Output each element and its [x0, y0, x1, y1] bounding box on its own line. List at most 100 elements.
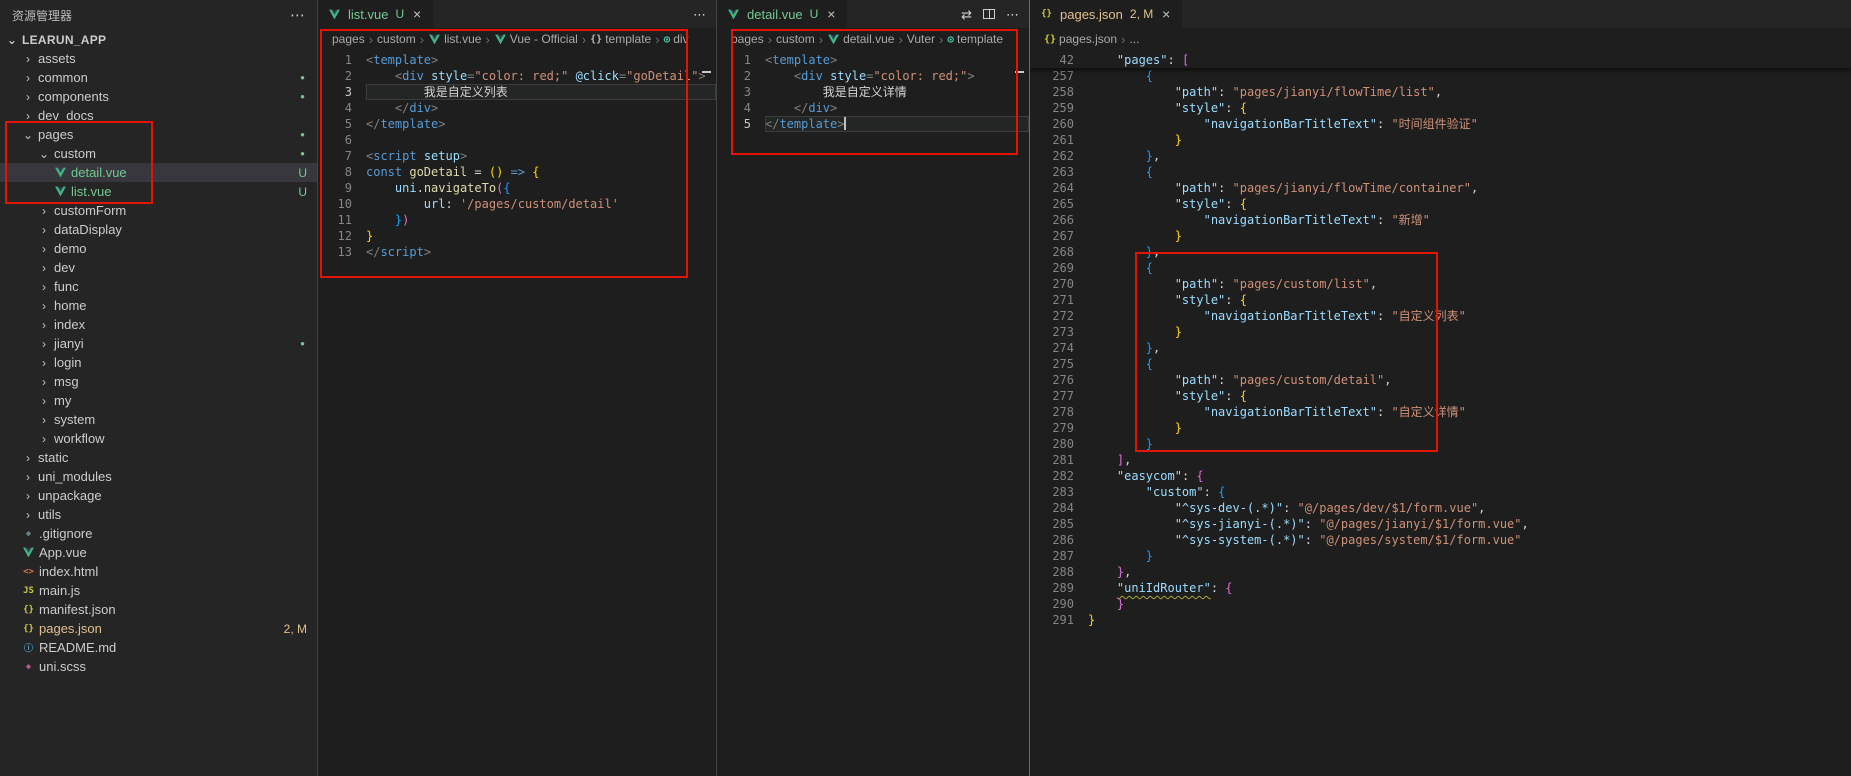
breadcrumb-item[interactable]: Vuter	[907, 32, 935, 46]
code-line[interactable]: 9 uni.navigateTo({	[318, 180, 716, 196]
chevron-right-icon[interactable]: ›	[20, 471, 36, 483]
code-line[interactable]: 258 "path": "pages/jianyi/flowTime/list"…	[1030, 84, 1851, 100]
chevron-right-icon[interactable]: ›	[36, 205, 52, 217]
code-line[interactable]: 2 <div style="color: red;">	[717, 68, 1029, 84]
code-line[interactable]: 7<script setup>	[318, 148, 716, 164]
code-line[interactable]: 261 }	[1030, 132, 1851, 148]
code-line[interactable]: 278 "navigationBarTitleText": "自定义详情"	[1030, 404, 1851, 420]
code-line[interactable]: 2 <div style="color: red;" @click="goDet…	[318, 68, 716, 84]
breadcrumb-item[interactable]: list.vue	[444, 32, 481, 46]
code-line[interactable]: 262 },	[1030, 148, 1851, 164]
more-icon[interactable]: ⋯	[693, 8, 706, 21]
breadcrumb-item[interactable]: custom	[377, 32, 416, 46]
tree-item-custom[interactable]: ⌄custom●	[0, 144, 317, 163]
code-line[interactable]: 280 }	[1030, 436, 1851, 452]
chevron-right-icon[interactable]: ›	[36, 243, 52, 255]
tree-item-common[interactable]: ›common●	[0, 68, 317, 87]
tree-item-.gitignore[interactable]: ◆.gitignore	[0, 524, 317, 543]
code-line[interactable]: 290 }	[1030, 596, 1851, 612]
code-line[interactable]: 264 "path": "pages/jianyi/flowTime/conta…	[1030, 180, 1851, 196]
code-line[interactable]: 13</script>	[318, 244, 716, 260]
breadcrumb-item[interactable]: custom	[776, 32, 815, 46]
code-line[interactable]: 270 "path": "pages/custom/list",	[1030, 276, 1851, 292]
code-line[interactable]: 260 "navigationBarTitleText": "时间组件验证"	[1030, 116, 1851, 132]
code-line[interactable]: 5</template>	[717, 116, 1029, 132]
code-line[interactable]: 275 {	[1030, 356, 1851, 372]
tree-item-login[interactable]: ›login	[0, 353, 317, 372]
code-line[interactable]: 3 我是自定义详情	[717, 84, 1029, 100]
code-line[interactable]: 282 "easycom": {	[1030, 468, 1851, 484]
breadcrumb-item[interactable]: ...	[1129, 32, 1139, 46]
chevron-down-icon[interactable]: ⌄	[4, 34, 20, 46]
code-line[interactable]: 266 "navigationBarTitleText": "新增"	[1030, 212, 1851, 228]
tree-item-list.vue[interactable]: list.vueU	[0, 182, 317, 201]
chevron-right-icon[interactable]: ›	[36, 433, 52, 445]
tree-item-detail.vue[interactable]: detail.vueU	[0, 163, 317, 182]
tree-item-App.vue[interactable]: App.vue	[0, 543, 317, 562]
breadcrumb-item[interactable]: pages	[731, 32, 764, 46]
code-line[interactable]: 291}	[1030, 612, 1851, 628]
code-line[interactable]: 8const goDetail = () => {	[318, 164, 716, 180]
code-line[interactable]: 6	[318, 132, 716, 148]
tree-item-dev_docs[interactable]: ›dev_docs	[0, 106, 317, 125]
tree-item-func[interactable]: ›func	[0, 277, 317, 296]
code-line[interactable]: 272 "navigationBarTitleText": "自定义列表"	[1030, 308, 1851, 324]
close-icon[interactable]: ×	[409, 6, 425, 22]
code-line[interactable]: 11 })	[318, 212, 716, 228]
code-line[interactable]: 1<template>	[717, 52, 1029, 68]
chevron-right-icon[interactable]: ›	[36, 414, 52, 426]
chevron-right-icon[interactable]: ›	[20, 53, 36, 65]
chevron-right-icon[interactable]: ›	[36, 395, 52, 407]
code-line[interactable]: 263 {	[1030, 164, 1851, 180]
code-line[interactable]: 288 },	[1030, 564, 1851, 580]
code-line[interactable]: 281 ],	[1030, 452, 1851, 468]
tree-item-utils[interactable]: ›utils	[0, 505, 317, 524]
code-line[interactable]: 1<template>	[318, 52, 716, 68]
breadcrumb-item[interactable]: pages.json	[1059, 32, 1117, 46]
code-line[interactable]: 279 }	[1030, 420, 1851, 436]
tab-pages.json[interactable]: {}pages.json2, M×	[1030, 0, 1182, 28]
chevron-right-icon[interactable]: ›	[36, 300, 52, 312]
code-line[interactable]: 4 </div>	[717, 100, 1029, 116]
code-line[interactable]: 283 "custom": {	[1030, 484, 1851, 500]
breadcrumb-item[interactable]: template	[957, 32, 1003, 46]
tree-item-workflow[interactable]: ›workflow	[0, 429, 317, 448]
code-line[interactable]: 287 }	[1030, 548, 1851, 564]
code-line[interactable]: 12}	[318, 228, 716, 244]
code-line[interactable]: 5</template>	[318, 116, 716, 132]
tree-item-pages.json[interactable]: {}pages.json2, M	[0, 619, 317, 638]
tree-item-index.html[interactable]: <>index.html	[0, 562, 317, 581]
tree-item-uni.scss[interactable]: ◈uni.scss	[0, 657, 317, 676]
code-line[interactable]: 286 "^sys-system-(.*)": "@/pages/system/…	[1030, 532, 1851, 548]
chevron-right-icon[interactable]: ›	[36, 338, 52, 350]
code-line[interactable]: 10 url: '/pages/custom/detail'	[318, 196, 716, 212]
split-icon[interactable]	[983, 9, 995, 19]
tree-item-uni_modules[interactable]: ›uni_modules	[0, 467, 317, 486]
tree-item-LEARUN_APP[interactable]: ⌄LEARUN_APP	[0, 30, 317, 49]
code-line[interactable]: 271 "style": {	[1030, 292, 1851, 308]
tree-item-dev[interactable]: ›dev	[0, 258, 317, 277]
code-line[interactable]: 267 }	[1030, 228, 1851, 244]
tree-item-static[interactable]: ›static	[0, 448, 317, 467]
chevron-right-icon[interactable]: ›	[36, 357, 52, 369]
code-line[interactable]: 276 "path": "pages/custom/detail",	[1030, 372, 1851, 388]
code-line[interactable]: 277 "style": {	[1030, 388, 1851, 404]
more-actions-icon[interactable]: ⋯	[290, 6, 305, 24]
tree-item-demo[interactable]: ›demo	[0, 239, 317, 258]
code-line[interactable]: 274 },	[1030, 340, 1851, 356]
chevron-right-icon[interactable]: ›	[20, 72, 36, 84]
tab-list.vue[interactable]: list.vueU×	[318, 0, 433, 28]
tree-item-index[interactable]: ›index	[0, 315, 317, 334]
close-icon[interactable]: ×	[823, 6, 839, 22]
sticky-scroll-line[interactable]: 42 "pages": [	[1030, 52, 1851, 68]
breadcrumb-item[interactable]: detail.vue	[843, 32, 894, 46]
chevron-right-icon[interactable]: ›	[36, 376, 52, 388]
chevron-right-icon[interactable]: ›	[20, 509, 36, 521]
breadcrumb-item[interactable]: div	[673, 32, 688, 46]
chevron-right-icon[interactable]: ›	[20, 91, 36, 103]
tree-item-system[interactable]: ›system	[0, 410, 317, 429]
tree-item-msg[interactable]: ›msg	[0, 372, 317, 391]
chevron-right-icon[interactable]: ›	[20, 110, 36, 122]
code-line[interactable]: 265 "style": {	[1030, 196, 1851, 212]
close-icon[interactable]: ×	[1158, 6, 1174, 22]
